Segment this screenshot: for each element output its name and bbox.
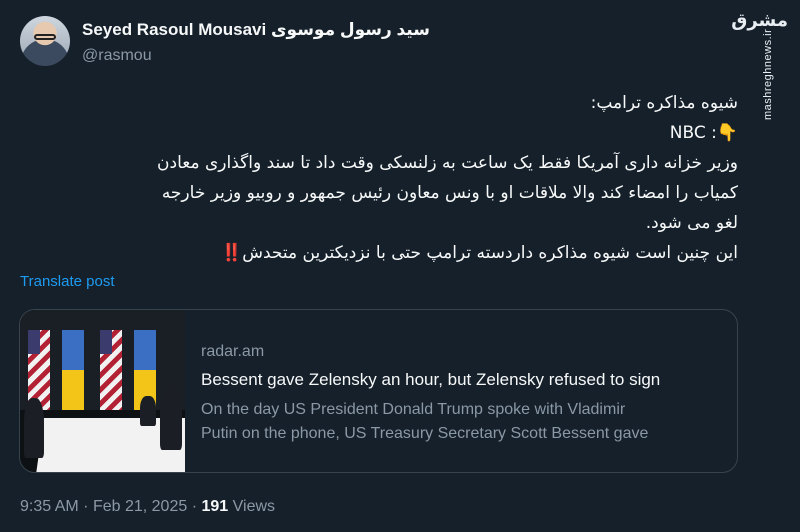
person-figure: [160, 390, 182, 450]
us-flag-icon: [100, 330, 122, 410]
tweet-line: کمیاب را امضاء کند والا ملاقات او با ونس…: [161, 183, 738, 203]
translate-post-link[interactable]: Translate post: [20, 273, 115, 290]
tweet-line: این چنین است شیوه مذاکره داردسته ترامپ ح…: [221, 243, 738, 263]
person-figure: [140, 396, 156, 426]
watermark-url: mashreghnews.ir: [762, 28, 774, 120]
views-count: 191: [201, 498, 229, 515]
card-description-line: On the day US President Donald Trump spo…: [201, 401, 626, 418]
card-description-line: Putin on the phone, US Treasury Secretar…: [201, 425, 649, 442]
tweet-line: شیوه مذاکره ترامپ:: [590, 93, 738, 113]
tweet-line: 👇: NBC: [669, 123, 738, 143]
tweet-text: شیوه مذاکره ترامپ: 👇: NBC وزیر خزانه دار…: [38, 88, 738, 268]
tweet-line: لغو می شود.: [645, 213, 738, 233]
ukraine-flag-icon: [62, 330, 84, 410]
card-description: On the day US President Donald Trump spo…: [201, 398, 721, 446]
views-label: Views: [232, 498, 276, 515]
card-title: Bessent gave Zelensky an hour, but Zelen…: [201, 370, 661, 389]
meta-separator: ·: [191, 498, 198, 515]
card-domain: radar.am: [201, 343, 265, 360]
link-preview-card[interactable]: radar.am Bessent gave Zelensky an hour, …: [19, 309, 738, 473]
watermark-logo: مشرق: [731, 10, 788, 31]
meta-separator: ·: [83, 498, 89, 515]
person-figure: [24, 398, 44, 458]
avatar-glasses: [34, 34, 56, 40]
tweet-line: وزیر خزانه داری آمریکا فقط یک ساعت به زل…: [157, 153, 738, 173]
post-time[interactable]: 9:35 AM: [20, 498, 79, 515]
watermark: مشرق mashreghnews.ir: [731, 0, 796, 532]
avatar[interactable]: [20, 16, 70, 66]
card-thumbnail: [20, 310, 185, 472]
post-date[interactable]: Feb 21, 2025: [93, 498, 187, 515]
author-handle[interactable]: @rasmou: [82, 47, 152, 65]
tweet-meta: 9:35 AM · Feb 21, 2025 · 191 Views: [20, 498, 275, 516]
author-name[interactable]: Seyed Rasoul Mousavi سید رسول موسوی: [82, 20, 430, 40]
